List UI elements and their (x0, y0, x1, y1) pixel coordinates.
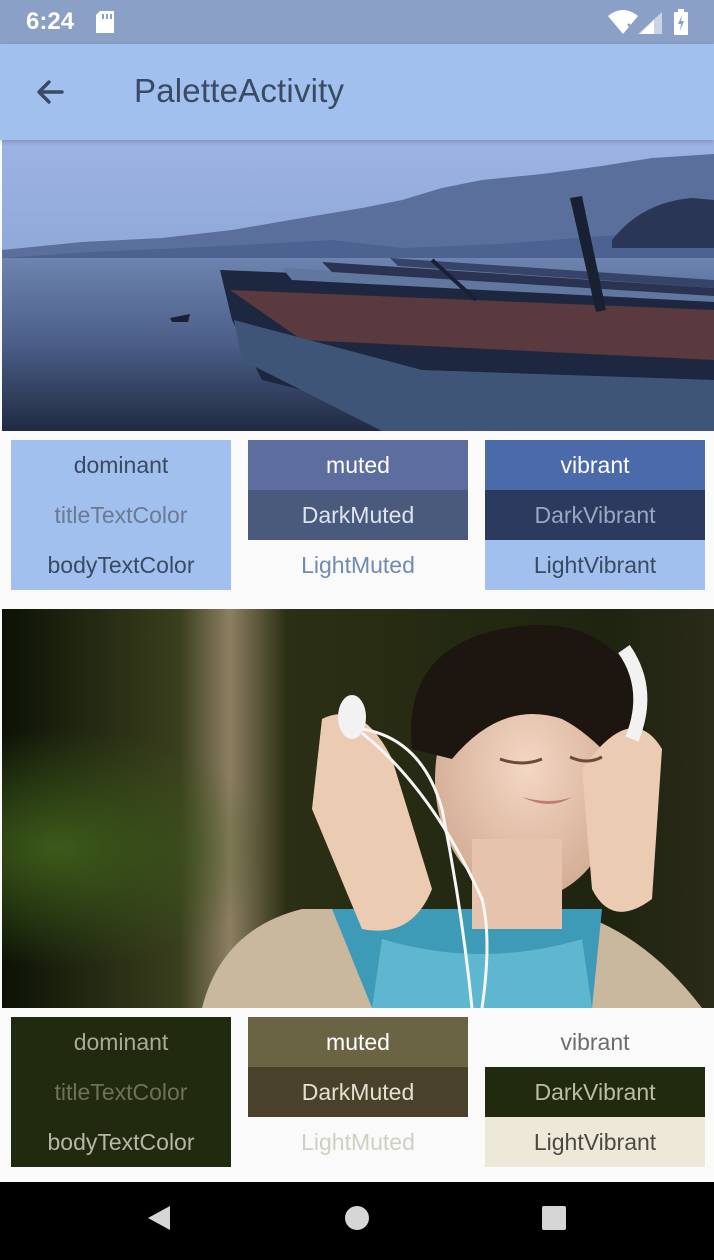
swatch-light-muted: LightMuted (248, 1117, 468, 1167)
swatch-light-muted: LightMuted (248, 540, 468, 590)
navigation-bar (0, 1182, 714, 1260)
home-circle-icon[interactable] (337, 1198, 377, 1238)
swatch-muted: muted (248, 440, 468, 490)
swatch-dark-muted: DarkMuted (248, 1067, 468, 1117)
wifi-icon (608, 10, 638, 34)
battery-icon (674, 9, 688, 35)
app-bar: PaletteActivity (0, 44, 714, 140)
signal-icon (638, 12, 662, 34)
recents-square-icon[interactable] (534, 1198, 574, 1238)
swatch-title-text-color: titleTextColor (11, 1067, 231, 1117)
swatch-dominant: dominant (11, 440, 231, 490)
sd-card-icon (96, 11, 114, 33)
arrow-left-icon[interactable] (30, 72, 70, 112)
swatch-light-vibrant: LightVibrant (485, 1117, 705, 1167)
swatch-dominant: dominant (11, 1017, 231, 1067)
swatch-dark-vibrant: DarkVibrant (485, 1067, 705, 1117)
swatch-light-vibrant: LightVibrant (485, 540, 705, 590)
palette-swatches-2: dominant titleTextColor bodyTextColor mu… (0, 1017, 714, 1169)
swatch-vibrant: vibrant (485, 1017, 705, 1067)
swatch-vibrant: vibrant (485, 440, 705, 490)
back-triangle-icon[interactable] (140, 1198, 180, 1238)
woman-with-headphones-photo (2, 609, 714, 1008)
status-bar: 6:24 (0, 0, 714, 44)
palette-swatches-1: dominant titleTextColor bodyTextColor mu… (0, 440, 714, 592)
swatch-body-text-color: bodyTextColor (11, 540, 231, 590)
swatch-dark-muted: DarkMuted (248, 490, 468, 540)
swatch-body-text-color: bodyTextColor (11, 1117, 231, 1167)
lake-with-boats-photo (2, 140, 714, 431)
page-title: PaletteActivity (134, 72, 345, 109)
swatch-dark-vibrant: DarkVibrant (485, 490, 705, 540)
swatch-muted: muted (248, 1017, 468, 1067)
status-time: 6:24 (26, 8, 75, 35)
swatch-title-text-color: titleTextColor (11, 490, 231, 540)
